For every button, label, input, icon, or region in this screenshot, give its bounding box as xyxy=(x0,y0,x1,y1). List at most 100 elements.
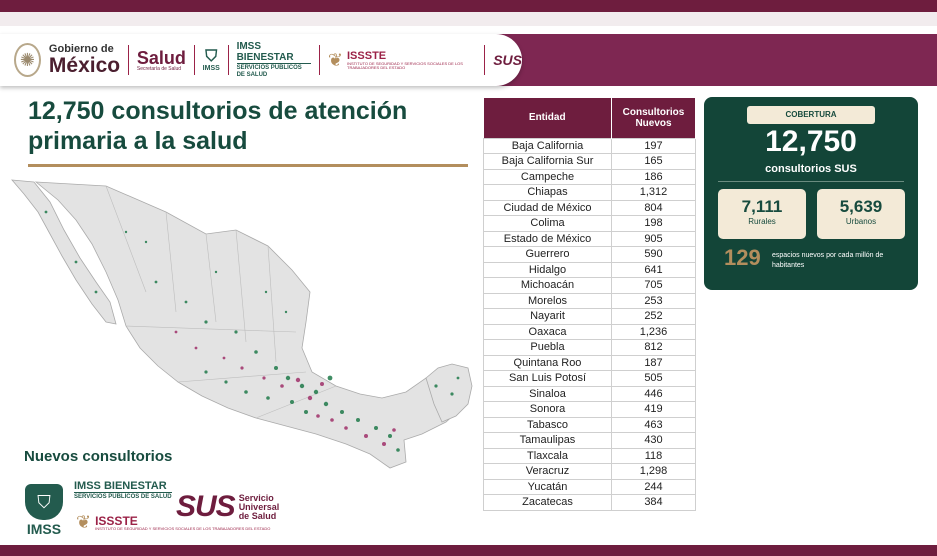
coverage-total: 12,750 xyxy=(765,125,857,158)
logo-divider xyxy=(484,45,486,75)
salud-logo: Salud Secretaría de Salud xyxy=(137,49,186,72)
table-cell-entidad: San Luis Potosí xyxy=(483,370,612,387)
table-cell-consultorios: 253 xyxy=(611,292,696,309)
table-cell-consultorios: 1,298 xyxy=(611,463,696,480)
table-cell-consultorios: 641 xyxy=(611,261,696,278)
table-cell-entidad: Yucatán xyxy=(483,478,612,495)
nuevos-consultorios-heading: Nuevos consultorios xyxy=(24,448,173,465)
table-cell-entidad: Hidalgo xyxy=(483,261,612,278)
table-cell-consultorios: 186 xyxy=(611,168,696,185)
mainland-mexico xyxy=(34,181,469,469)
table-row: Sinaloa 446 xyxy=(483,385,696,402)
table-cell-entidad: Colima xyxy=(483,215,612,232)
coverage-total-label: consultorios SUS xyxy=(765,163,857,175)
table-cell-entidad: Veracruz xyxy=(483,463,612,480)
table-row: Sonora 419 xyxy=(483,401,696,418)
table-row: Veracruz 1,298 xyxy=(483,463,696,480)
table-cell-consultorios: 1,236 xyxy=(611,323,696,340)
table-row: Tamaulipas 430 xyxy=(483,432,696,449)
mexico-map xyxy=(11,179,473,469)
table-row: Michoacán 705 xyxy=(483,277,696,294)
issste-logo: ❦ ISSSTE INSTITUTO DE SEGURIDAD Y SERVIC… xyxy=(328,50,477,71)
table-cell-entidad: Tlaxcala xyxy=(483,447,612,464)
table-cell-consultorios: 252 xyxy=(611,308,696,325)
sus-line-3: de Salud xyxy=(238,510,277,521)
table-cell-entidad: Michoacán xyxy=(483,277,612,294)
imss-logo-large: ⛉ IMSS xyxy=(22,476,66,536)
issste-emblem-icon: ❦ xyxy=(327,49,343,70)
sus-mini-logo: SUS xyxy=(493,52,522,68)
issste-big-text: ISSSTE xyxy=(347,49,387,62)
table-row: Tabasco 463 xyxy=(483,416,696,433)
table-cell-consultorios: 384 xyxy=(611,494,696,511)
table-cell-consultorios: 1,312 xyxy=(611,184,696,201)
table-cell-entidad: Zacatecas xyxy=(483,494,612,511)
table-cell-consultorios: 812 xyxy=(611,339,696,356)
coverage-rural-box: 7,111 Rurales xyxy=(718,189,806,239)
table-header-consultorios: Consultorios Nuevos xyxy=(611,98,696,138)
top-strip xyxy=(0,12,937,26)
table-cell-consultorios: 118 xyxy=(611,447,696,464)
logo-divider xyxy=(227,45,229,75)
table-cell-entidad: Chiapas xyxy=(483,184,612,201)
sus-logo-text: Servicio Universal de Salud xyxy=(238,493,280,521)
table-row: Chiapas 1,312 xyxy=(483,184,696,201)
table-cell-entidad: Morelos xyxy=(483,292,612,309)
table-cell-consultorios: 705 xyxy=(611,277,696,294)
table-cell-entidad: Tabasco xyxy=(483,416,612,433)
imss-eagle-icon: ⛉ xyxy=(25,484,63,520)
table-row: Campeche 186 xyxy=(483,168,696,185)
table-cell-entidad: Puebla xyxy=(483,339,612,356)
coverage-rural-value: 7,111 xyxy=(741,197,783,216)
issste-large-small-text: INSTITUTO DE SEGURIDAD Y SERVICIOS SOCIA… xyxy=(95,525,271,531)
coverage-rural-label: Rurales xyxy=(748,217,776,226)
table-cell-entidad: Baja California xyxy=(483,137,612,154)
bottom-logos: ⛉ IMSS IMSS BIENESTAR SERVICIOS PÚBLICOS… xyxy=(22,474,292,544)
table-cell-consultorios: 804 xyxy=(611,199,696,216)
table-row: Hidalgo 641 xyxy=(483,261,696,278)
table-row: Yucatán 244 xyxy=(483,478,696,495)
header-logo-bar: ✺ Gobierno de México Salud Secretaría de… xyxy=(0,34,522,86)
imss-logo-text: IMSS xyxy=(202,64,220,72)
national-seal-icon: ✺ xyxy=(14,43,41,77)
table-cell-entidad: Baja California Sur xyxy=(483,153,612,170)
coverage-density-value: 129 xyxy=(724,245,761,270)
table-row: Guerrero 590 xyxy=(483,246,696,263)
table-cell-entidad: Campeche xyxy=(483,168,612,185)
coverage-panel: COBERTURA 12,750 consultorios SUS 7,111 … xyxy=(704,97,918,290)
table-header-row: Entidad Consultorios Nuevos xyxy=(483,98,696,138)
title-underline xyxy=(28,164,468,167)
table-cell-consultorios: 187 xyxy=(611,354,696,371)
salud-small-text: Secretaría de Salud xyxy=(136,65,182,72)
imss-bienestar-big-text: IMSS BIENESTAR xyxy=(236,41,294,63)
table-body: Baja California 197 Baja California Sur 165… xyxy=(483,137,696,511)
imss-logo-large-text: IMSS xyxy=(26,521,62,537)
table-cell-entidad: Nayarit xyxy=(483,308,612,325)
imss-bienestar-large-small-text: SERVICIOS PÚBLICOS DE SALUD xyxy=(74,492,172,501)
table-cell-entidad: Guerrero xyxy=(483,246,612,263)
table-cell-consultorios: 446 xyxy=(611,385,696,402)
table-row: Oaxaca 1,236 xyxy=(483,323,696,340)
table-cell-entidad: Quintana Roo xyxy=(483,354,612,371)
coverage-density-label: espacios nuevos por cada millón de habit… xyxy=(772,252,884,269)
coverage-urban-box: 5,639 Urbanos xyxy=(817,189,905,239)
table-row: Baja California Sur 165 xyxy=(483,153,696,170)
imss-logo: ⛉ IMSS xyxy=(203,45,220,75)
imss-eagle-icon: ⛉ xyxy=(205,47,218,65)
table-cell-entidad: Sinaloa xyxy=(483,385,612,402)
table-cell-entidad: Sonora xyxy=(483,401,612,418)
table-cell-consultorios: 244 xyxy=(611,478,696,495)
table-row: Zacatecas 384 xyxy=(483,494,696,511)
table-cell-consultorios: 505 xyxy=(611,370,696,387)
coverage-divider xyxy=(718,181,904,182)
issste-small-text: INSTITUTO DE SEGURIDAD Y SERVICIOS SOCIA… xyxy=(347,60,463,70)
gobierno-logo: Gobierno de México xyxy=(49,44,120,77)
table-cell-entidad: Oaxaca xyxy=(483,323,612,340)
table-row: Puebla 812 xyxy=(483,339,696,356)
table-cell-consultorios: 905 xyxy=(611,230,696,247)
logo-divider xyxy=(193,45,195,75)
table-cell-consultorios: 590 xyxy=(611,246,696,263)
table-row: Baja California 197 xyxy=(483,137,696,154)
coverage-urban-label: Urbanos xyxy=(845,217,877,226)
top-bar xyxy=(0,0,937,12)
